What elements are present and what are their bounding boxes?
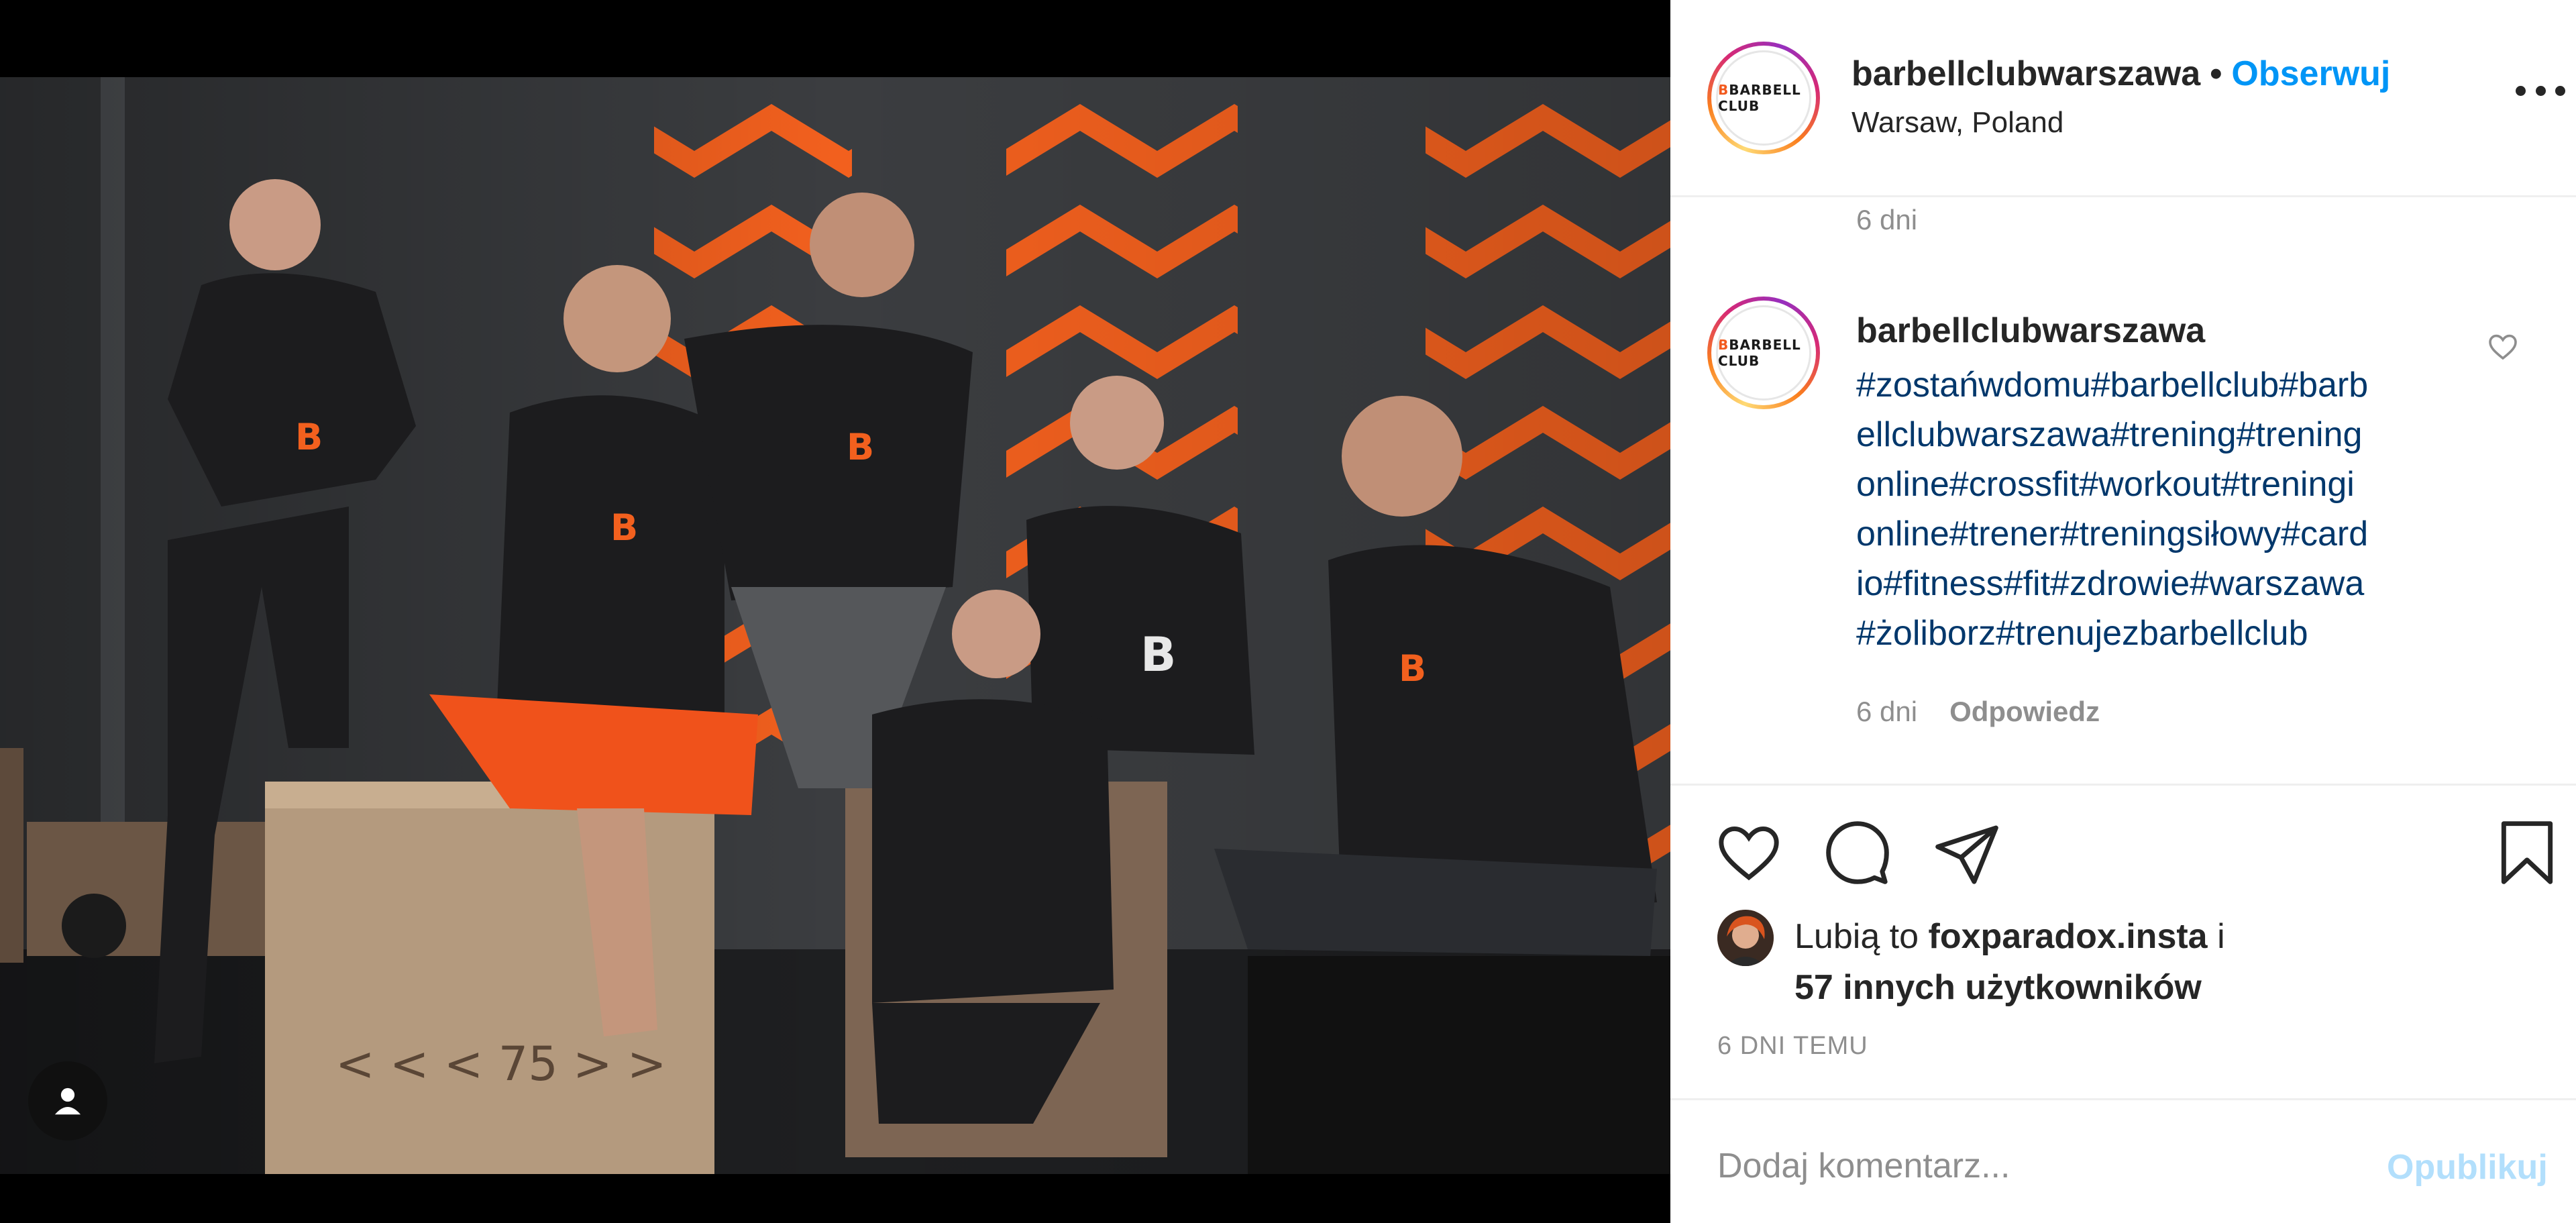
header-user-line: barbellclubwarszawa • Obserwuj: [1851, 54, 2390, 94]
caption-username[interactable]: barbellclubwarszawa: [1856, 311, 2205, 351]
likes-others-link[interactable]: 57 innych użytkowników: [1794, 967, 2202, 1008]
comment-icon[interactable]: [1823, 818, 1892, 888]
brand-logo: BBARBELL CLUB: [1718, 337, 1801, 369]
comment-bar: Opublikuj: [1670, 1098, 2576, 1223]
reply-button[interactable]: Odpowiedz: [1949, 696, 2100, 727]
caption-line[interactable]: io#fitness#fit#zdrowie#warszawa: [1856, 559, 2460, 608]
photo-pane: < < < 75 > > B B B B B: [0, 0, 1670, 1223]
likes-prefix: Lubią to: [1794, 917, 1919, 956]
caption-time: 6 dni: [1856, 696, 1918, 727]
brand-logo: BBARBELL CLUB: [1718, 82, 1801, 114]
likes-line: Lubią to foxparadox.insta i: [1794, 916, 2225, 957]
user-tag-button[interactable]: [28, 1061, 107, 1140]
post-actions: Lubią to foxparadox.insta i 57 innych uż…: [1670, 784, 2576, 1099]
svg-text:B: B: [847, 426, 874, 468]
bookmark-icon[interactable]: [2492, 818, 2562, 888]
svg-text:B: B: [1399, 647, 1426, 690]
author-username[interactable]: barbellclubwarszawa: [1851, 54, 2200, 93]
svg-text:B: B: [295, 416, 323, 458]
liker-avatar-image: [1717, 910, 1774, 966]
more-options-icon[interactable]: [2516, 81, 2565, 101]
post-photo[interactable]: < < < 75 > > B B B B B: [0, 77, 1670, 1174]
author-avatar[interactable]: BBARBELL CLUB: [1707, 42, 1820, 154]
caption-hashtags[interactable]: #zostańwdomu#barbellclub#barb ellclubwar…: [1856, 360, 2460, 658]
svg-text:B: B: [1140, 627, 1176, 682]
post-location[interactable]: Warsaw, Poland: [1851, 106, 2063, 140]
caption-avatar[interactable]: BBARBELL CLUB: [1707, 297, 1820, 409]
svg-text:< < < 75 > >: < < < 75 > >: [335, 1036, 667, 1092]
liker-username[interactable]: foxparadox.insta: [1929, 917, 2208, 956]
follow-button[interactable]: Obserwuj: [2231, 54, 2390, 93]
heart-icon[interactable]: [1714, 818, 1784, 888]
caption-line[interactable]: ellclubwarszawa#trening#trening: [1856, 410, 2460, 460]
caption-meta: 6 dni Odpowiedz: [1856, 696, 2100, 728]
post-header: BBARBELL CLUB barbellclubwarszawa • Obserw…: [1670, 0, 2576, 197]
svg-text:B: B: [610, 507, 638, 549]
comments-list: 6 dni BBARBELL CLUB barbellclubwarszawa …: [1670, 199, 2576, 783]
caption-line[interactable]: online#trener#treningsiłowy#card: [1856, 509, 2460, 559]
liker-avatar[interactable]: [1717, 910, 1774, 966]
comment-like-icon[interactable]: [2487, 331, 2519, 363]
user-tag-icon: [54, 1087, 81, 1115]
caption-line[interactable]: #zostańwdomu#barbellclub#barb: [1856, 360, 2460, 410]
caption-line[interactable]: online#crossfit#workout#treningi: [1856, 460, 2460, 509]
likes-conj: i: [2217, 917, 2225, 956]
previous-comment-time: 6 dni: [1856, 204, 1918, 235]
publish-button[interactable]: Opublikuj: [2387, 1147, 2548, 1187]
comment-input[interactable]: [1717, 1139, 2348, 1193]
share-icon[interactable]: [1932, 819, 2002, 889]
caption-line[interactable]: #żoliborz#trenujezbarbellclub: [1856, 608, 2460, 658]
photo-illustration: < < < 75 > > B B B B B: [0, 77, 1670, 1174]
separator-dot: •: [2210, 54, 2222, 93]
post-timestamp[interactable]: 6 DNI TEMU: [1717, 1032, 1868, 1061]
post-side-panel: BBARBELL CLUB barbellclubwarszawa • Obserw…: [1670, 0, 2576, 1223]
